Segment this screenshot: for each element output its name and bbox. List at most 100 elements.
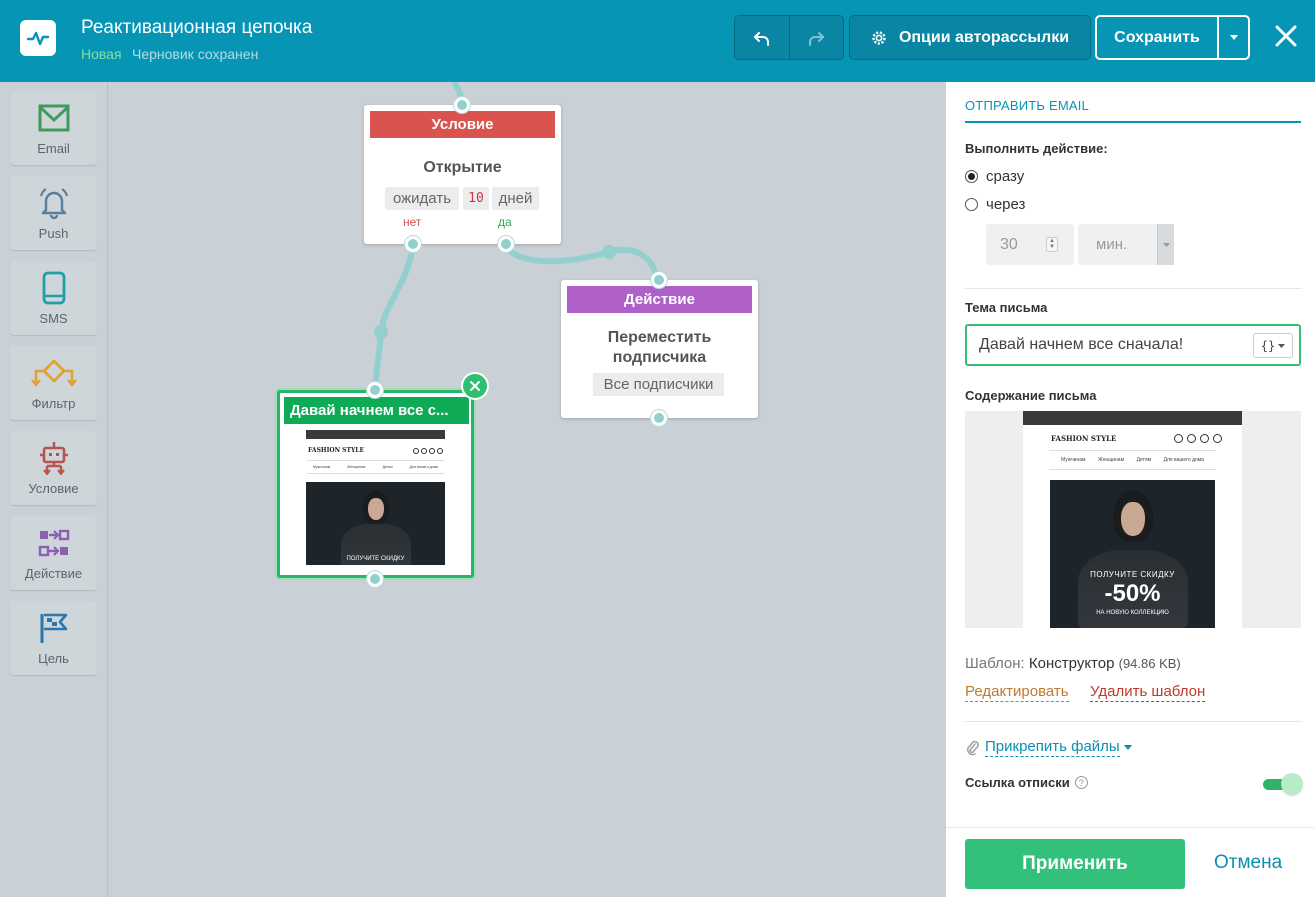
close-icon (470, 381, 480, 391)
wire-joint[interactable] (374, 325, 388, 339)
undo-icon (753, 31, 769, 46)
close-button[interactable] (1268, 18, 1304, 54)
tool-filter[interactable]: Фильтр (10, 346, 97, 420)
input-port[interactable] (367, 382, 383, 398)
subject-input[interactable]: Давай начнем все сначала! {} (965, 324, 1301, 366)
undo-button[interactable] (735, 16, 789, 59)
save-button[interactable]: Сохранить (1097, 17, 1217, 58)
tool-action[interactable]: Действие (10, 516, 97, 590)
app-logo[interactable] (20, 20, 56, 56)
tool-goal[interactable]: Цель (10, 601, 97, 675)
unsubscribe-toggle[interactable] (1263, 772, 1303, 796)
delay-stepper[interactable]: ▲ ▼ (1046, 237, 1058, 252)
email-node-preview: FASHION STYLE Мужчинам Женщинам Детям Дл… (306, 430, 445, 570)
cancel-button[interactable]: Отмена (1214, 852, 1282, 874)
chevron-down-icon (1229, 35, 1238, 40)
preview-menu-item: Мужчинам (313, 465, 331, 469)
radio-after-label: через (986, 196, 1026, 213)
delete-node-button[interactable] (463, 374, 487, 398)
redo-icon (809, 31, 825, 46)
page-title: Реактивационная цепочка (81, 17, 313, 38)
braces-icon: {} (1260, 338, 1276, 353)
preview-brand: FASHION STYLE (1051, 434, 1117, 443)
tool-push[interactable]: Push (10, 176, 97, 250)
panel-section-title: ОТПРАВИТЬ EMAIL (965, 98, 1089, 113)
subject-label: Тема письма (965, 300, 1048, 315)
preview-menu-item: Женщинам (1098, 457, 1125, 463)
tool-email[interactable]: Email (10, 91, 97, 165)
delay-unit-select[interactable]: мин. (1078, 224, 1174, 265)
tool-sms[interactable]: SMS (10, 261, 97, 335)
template-label: Шаблон: (965, 655, 1025, 672)
email-node-header: Давай начнем все с... (284, 397, 469, 424)
pulse-icon (26, 31, 50, 46)
attach-files-link[interactable]: Прикрепить файлы (965, 738, 1132, 757)
input-port[interactable] (651, 272, 667, 288)
tool-condition-label: Условие (28, 481, 79, 496)
preview-promo-sub: НА НОВУЮ КОЛЛЕКЦИЮ (1096, 610, 1169, 616)
delete-template-link[interactable]: Удалить шаблон (1090, 683, 1206, 702)
branch-yes-label: да (498, 215, 512, 229)
tool-filter-label: Фильтр (31, 396, 76, 411)
radio-now-control[interactable] (965, 170, 978, 183)
redo-button[interactable] (788, 16, 843, 59)
preview-promo-text: ПОЛУЧИТЕ СКИДКУ (1090, 570, 1175, 579)
radio-now-label: сразу (986, 168, 1025, 185)
panel-content[interactable]: ОТПРАВИТЬ EMAIL Выполнить действие: сраз… (946, 82, 1315, 827)
preview-hero-image: ПОЛУЧИТЕ СКИДКУ -50% НА НОВУЮ КОЛЛЕКЦИЮ (1050, 480, 1215, 628)
template-info: Шаблон: Конструктор (94.86 KB) (965, 655, 1181, 672)
delay-value-input[interactable]: 30 ▲ ▼ (986, 224, 1074, 265)
perform-action-label: Выполнить действие: (965, 141, 1108, 156)
tool-action-label: Действие (24, 566, 83, 581)
edit-template-link[interactable]: Редактировать (965, 683, 1069, 702)
action-node[interactable]: Действие Переместить подписчика Все подп… (561, 272, 758, 426)
preview-social-icons (413, 447, 443, 454)
preview-menu-item: Для вашего дома (1163, 457, 1204, 463)
email-icon (38, 101, 70, 135)
preview-menu-item: Для вашего дома (409, 465, 438, 469)
action-title-line1: Переместить (607, 329, 712, 346)
email-content-preview[interactable]: FASHION STYLE Мужчинам Женщинам Детям Дл… (965, 411, 1301, 628)
output-port[interactable] (651, 410, 667, 426)
flag-icon (38, 611, 70, 645)
save-status: Черновик сохранен (132, 46, 259, 62)
top-bar: Реактивационная цепочка Новая Черновик с… (0, 0, 1315, 82)
preview-topbar (1023, 411, 1242, 425)
tool-condition[interactable]: Условие (10, 431, 97, 505)
radio-now[interactable]: сразу (965, 168, 1024, 185)
template-name: Конструктор (1028, 655, 1115, 672)
chevron-down-icon (1123, 745, 1132, 750)
help-icon[interactable]: ? (1074, 776, 1088, 789)
insert-variable-button[interactable]: {} (1253, 333, 1293, 358)
output-port-no[interactable] (405, 236, 421, 252)
radio-after[interactable]: через (965, 196, 1025, 213)
section-underline (965, 121, 1301, 123)
history-buttons (734, 15, 844, 60)
radio-after-control[interactable] (965, 198, 978, 211)
output-port-yes[interactable] (498, 236, 514, 252)
preview-menu: Мужчинам Женщинам Детям Для вашего дома (1049, 450, 1216, 470)
condition-node-title: Открытие (423, 159, 502, 176)
bell-icon (37, 186, 71, 220)
toolbox-sidebar: Email Push SMS Фильтр Условие Действие Ц… (0, 82, 108, 897)
condition-node[interactable]: Условие Открытие ожидать 10 дней нет да (364, 97, 561, 252)
preview-menu: Мужчинам Женщинам Детям Для вашего дома (307, 460, 444, 474)
preview-topbar (306, 430, 445, 439)
close-icon (1275, 25, 1297, 47)
wire-joint[interactable] (602, 245, 616, 259)
phone-icon (42, 271, 66, 305)
attach-files-label: Прикрепить файлы (985, 738, 1120, 757)
mailing-options-button[interactable]: Опции авторассылки (849, 15, 1091, 60)
properties-panel: ОТПРАВИТЬ EMAIL Выполнить действие: сраз… (946, 82, 1315, 897)
input-port[interactable] (454, 97, 470, 113)
workflow-canvas[interactable]: Условие Открытие ожидать 10 дней нет да … (109, 82, 946, 897)
save-dropdown-button[interactable] (1217, 17, 1248, 58)
apply-button[interactable]: Применить (965, 839, 1185, 889)
divider (965, 721, 1301, 722)
paperclip-icon (967, 740, 979, 755)
robot-icon (37, 441, 71, 475)
preview-brand: FASHION STYLE (308, 447, 365, 454)
output-port[interactable] (367, 571, 383, 587)
email-node[interactable]: Давай начнем все с... FASHION STYLE Мужч… (277, 374, 487, 587)
save-button-group: Сохранить (1095, 15, 1250, 60)
